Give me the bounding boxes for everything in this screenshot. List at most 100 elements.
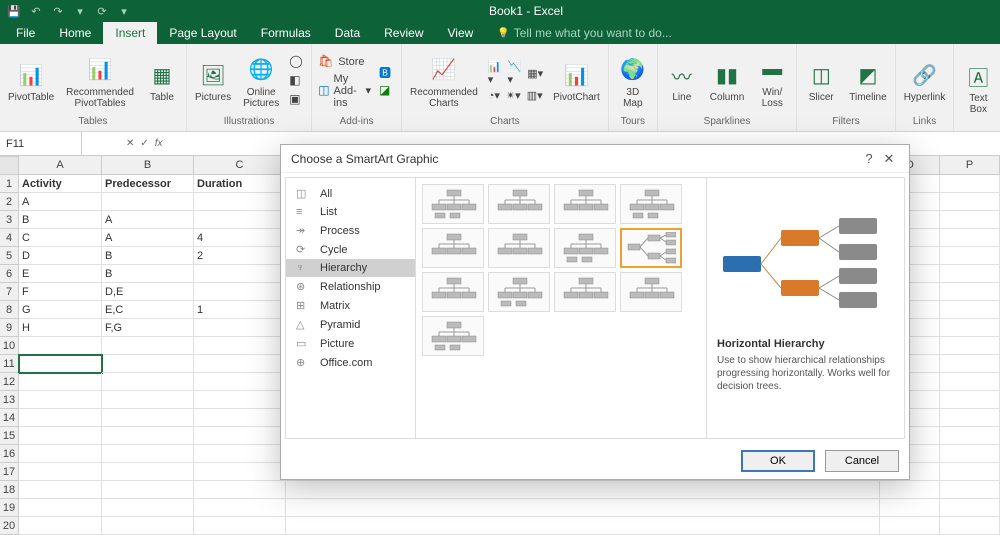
row-header[interactable]: 1	[0, 175, 19, 193]
layout-thumbnail[interactable]	[422, 228, 484, 268]
online-pictures-button[interactable]: 🌐Online Pictures	[239, 52, 283, 111]
cell[interactable]: H	[19, 319, 102, 337]
cell[interactable]	[940, 409, 1000, 427]
cell[interactable]	[940, 499, 1000, 517]
cell[interactable]	[194, 409, 286, 427]
cell[interactable]	[19, 355, 102, 373]
column-header[interactable]: B	[102, 156, 194, 174]
pictures-button[interactable]: 🖼Pictures	[191, 57, 235, 105]
cell[interactable]	[194, 193, 286, 211]
category-picture[interactable]: ▭Picture	[286, 334, 415, 353]
cell[interactable]	[880, 481, 940, 499]
recommended-charts-button[interactable]: 📈Recommended Charts	[406, 52, 482, 111]
cell[interactable]	[940, 175, 1000, 193]
cell[interactable]	[940, 445, 1000, 463]
row-header[interactable]: 14	[0, 409, 19, 427]
cell[interactable]	[940, 337, 1000, 355]
cell[interactable]	[940, 229, 1000, 247]
cell[interactable]	[194, 319, 286, 337]
chart-type-button[interactable]: ▥▾	[525, 88, 545, 103]
layout-thumbnail[interactable]	[488, 228, 550, 268]
cell[interactable]: E	[19, 265, 102, 283]
cell[interactable]	[194, 373, 286, 391]
recommended-pivot-button[interactable]: 📊Recommended PivotTables	[62, 52, 138, 111]
cell[interactable]	[194, 463, 286, 481]
undo-icon[interactable]: ↶	[28, 5, 44, 18]
cell[interactable]	[19, 409, 102, 427]
cell[interactable]: B	[19, 211, 102, 229]
cell[interactable]	[940, 283, 1000, 301]
category-hierarchy[interactable]: ♆Hierarchy	[286, 259, 415, 277]
pivotchart-button[interactable]: 📊PivotChart	[549, 57, 604, 105]
cell[interactable]	[940, 247, 1000, 265]
cell[interactable]: A	[102, 229, 194, 247]
bing-maps-button[interactable]: 🅱	[377, 63, 397, 81]
cell[interactable]	[194, 211, 286, 229]
hyperlink-button[interactable]: 🔗Hyperlink	[900, 57, 950, 105]
layout-thumbnail[interactable]	[554, 184, 616, 224]
layout-thumbnail[interactable]	[620, 228, 682, 268]
tab-file[interactable]: File	[4, 22, 47, 44]
cell[interactable]	[880, 499, 940, 517]
cell[interactable]	[940, 481, 1000, 499]
cell[interactable]: A	[102, 211, 194, 229]
category-matrix[interactable]: ⊞Matrix	[286, 296, 415, 315]
cell[interactable]	[940, 355, 1000, 373]
screenshot-button[interactable]: ▣	[287, 91, 307, 109]
category-relationship[interactable]: ⊛Relationship	[286, 277, 415, 296]
layout-thumbnail[interactable]	[422, 184, 484, 224]
cell[interactable]	[194, 517, 286, 535]
row-header[interactable]: 19	[0, 499, 19, 517]
cell[interactable]	[19, 499, 102, 517]
cell[interactable]	[102, 409, 194, 427]
cell[interactable]	[194, 499, 286, 517]
cell[interactable]	[194, 391, 286, 409]
cell[interactable]	[19, 481, 102, 499]
cell[interactable]	[102, 499, 194, 517]
cell[interactable]	[19, 391, 102, 409]
spark-column-button[interactable]: ▮▮Column	[706, 57, 748, 105]
cell[interactable]	[194, 427, 286, 445]
timeline-button[interactable]: ◩Timeline	[845, 57, 890, 105]
layout-thumbnail[interactable]	[620, 184, 682, 224]
people-graph-button[interactable]: ◪	[377, 82, 397, 100]
3d-map-button[interactable]: 🌍3D Map	[613, 52, 653, 111]
column-header[interactable]: P	[940, 156, 1000, 174]
row-header[interactable]: 6	[0, 265, 19, 283]
cell[interactable]	[940, 391, 1000, 409]
chart-type-button[interactable]: ✴▾	[504, 88, 523, 103]
cell[interactable]	[19, 463, 102, 481]
cell[interactable]	[194, 355, 286, 373]
cell[interactable]: G	[19, 301, 102, 319]
cell[interactable]: B	[102, 247, 194, 265]
save-icon[interactable]: 💾	[6, 5, 22, 18]
chart-type-button[interactable]: ▦▾	[525, 59, 545, 87]
cell[interactable]	[19, 337, 102, 355]
store-button[interactable]: 🛍Store	[316, 53, 373, 71]
cell[interactable]	[102, 427, 194, 445]
row-header[interactable]: 5	[0, 247, 19, 265]
category-cycle[interactable]: ⟳Cycle	[286, 240, 415, 259]
cell[interactable]: F,G	[102, 319, 194, 337]
fx-controls[interactable]: ✕✓fx	[120, 138, 169, 149]
tab-data[interactable]: Data	[323, 22, 372, 44]
layout-thumbnail[interactable]	[422, 316, 484, 356]
row-header[interactable]: 7	[0, 283, 19, 301]
cell[interactable]	[940, 517, 1000, 535]
layout-thumbnail[interactable]	[488, 272, 550, 312]
layout-thumbnail[interactable]	[422, 272, 484, 312]
row-header[interactable]: 11	[0, 355, 19, 373]
cancel-button[interactable]: Cancel	[825, 450, 899, 472]
layout-thumbnail[interactable]	[554, 228, 616, 268]
column-header[interactable]: C	[194, 156, 286, 174]
category-pyramid[interactable]: △Pyramid	[286, 315, 415, 334]
chart-type-button[interactable]: 📊▾	[486, 59, 504, 87]
cell[interactable]	[102, 445, 194, 463]
cell[interactable]: Duration	[194, 175, 286, 193]
cell[interactable]	[880, 517, 940, 535]
cell[interactable]	[194, 283, 286, 301]
row-header[interactable]: 9	[0, 319, 19, 337]
row-header[interactable]: 16	[0, 445, 19, 463]
cell[interactable]	[194, 265, 286, 283]
cell[interactable]: 1	[194, 301, 286, 319]
